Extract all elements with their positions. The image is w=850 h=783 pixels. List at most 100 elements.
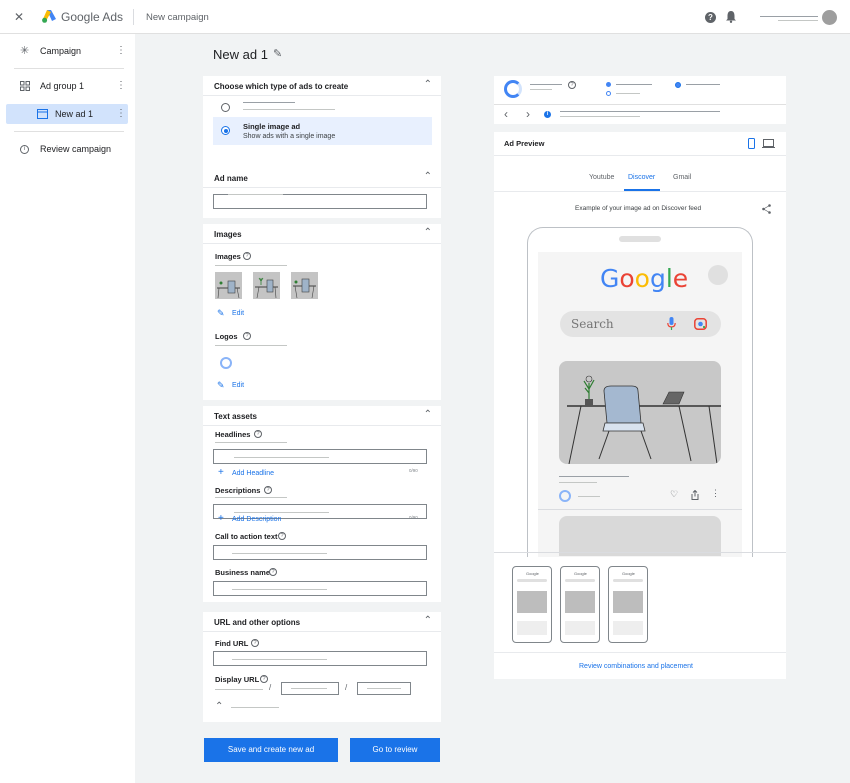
plus-icon[interactable]: + bbox=[218, 513, 224, 524]
display-path-2-input[interactable] bbox=[357, 682, 411, 695]
help-icon[interactable]: ? bbox=[254, 430, 262, 438]
help-icon[interactable]: ? bbox=[568, 81, 576, 89]
edit-title-icon[interactable]: ✎ bbox=[273, 47, 282, 60]
display-path-1-input[interactable] bbox=[281, 682, 339, 695]
search-bar[interactable]: Search bbox=[560, 311, 721, 337]
ad-type-radio-single-image[interactable] bbox=[221, 126, 230, 135]
help-icon[interactable]: ? bbox=[260, 675, 268, 683]
card-header[interactable]: Choose which type of ads to create ⌃ bbox=[203, 76, 441, 96]
card-header[interactable]: Ad name ⌃ bbox=[203, 168, 441, 188]
share-icon[interactable] bbox=[691, 490, 699, 500]
notifications-bell-icon[interactable] bbox=[726, 11, 736, 23]
review-combinations-link[interactable]: Review combinations and placement bbox=[579, 663, 693, 670]
descriptions-label: Descriptions bbox=[215, 486, 261, 495]
sidebar-item-label: Ad group 1 bbox=[40, 81, 85, 91]
cta-input[interactable] bbox=[213, 545, 427, 560]
headline-counter: 0/90 bbox=[409, 468, 418, 473]
headline-input[interactable] bbox=[213, 449, 427, 464]
field-hint-placeholder bbox=[215, 497, 287, 498]
go-to-review-button[interactable]: Go to review bbox=[350, 738, 440, 762]
image-thumbnail-2[interactable] bbox=[253, 272, 280, 299]
preview-info-placeholder bbox=[560, 111, 720, 112]
avatar[interactable] bbox=[822, 10, 837, 25]
chevron-up-icon[interactable]: ⌃ bbox=[215, 701, 223, 712]
more-icon[interactable]: ⋮ bbox=[711, 488, 720, 499]
divider bbox=[494, 652, 786, 653]
info-icon: i bbox=[20, 145, 29, 154]
card-header[interactable]: Text assets ⌃ bbox=[203, 406, 441, 426]
more-icon[interactable]: ⋮ bbox=[116, 45, 126, 56]
google-lens-icon[interactable] bbox=[694, 318, 707, 330]
help-icon[interactable]: ? bbox=[243, 252, 251, 260]
card-title: Choose which type of ads to create bbox=[214, 82, 349, 91]
sidebar-item-ad-group[interactable]: Ad group 1 ⋮ bbox=[0, 72, 135, 102]
mini-ad-image bbox=[517, 591, 547, 613]
final-url-input[interactable] bbox=[213, 651, 427, 666]
sidebar: ✳ Campaign ⋮ Ad group 1 ⋮ New ad 1 ⋮ i R… bbox=[0, 34, 135, 783]
mini-ad-image bbox=[613, 591, 643, 613]
ad-type-radio-1[interactable] bbox=[221, 103, 230, 112]
plus-icon[interactable]: + bbox=[218, 467, 224, 478]
divider bbox=[133, 9, 134, 25]
business-name-input[interactable] bbox=[213, 581, 427, 596]
chevron-up-icon[interactable]: ⌃ bbox=[424, 409, 432, 420]
tab-discover[interactable]: Discover bbox=[628, 174, 655, 181]
next-card-placeholder bbox=[559, 516, 721, 556]
image-thumbnail-1[interactable] bbox=[215, 272, 242, 299]
status-dot-icon bbox=[606, 91, 611, 96]
chevron-right-icon[interactable]: › bbox=[526, 107, 530, 121]
preview-variant-thumbnail-3[interactable]: Google bbox=[608, 566, 648, 643]
add-description-link[interactable]: Add Description bbox=[232, 516, 281, 523]
more-icon[interactable]: ⋮ bbox=[116, 108, 126, 119]
account-name-placeholder bbox=[760, 16, 818, 17]
google-ads-logo-icon bbox=[42, 10, 56, 23]
sidebar-item-new-ad[interactable]: New ad 1 ⋮ bbox=[6, 104, 128, 124]
ad-preview-title: Ad Preview bbox=[504, 139, 545, 148]
share-icon[interactable] bbox=[762, 204, 771, 214]
more-icon[interactable]: ⋮ bbox=[116, 80, 126, 91]
help-icon[interactable]: ? bbox=[278, 532, 286, 540]
save-and-create-button[interactable]: Save and create new ad bbox=[204, 738, 338, 762]
chevron-left-icon[interactable]: ‹ bbox=[504, 107, 508, 121]
images-label: Images bbox=[215, 252, 241, 261]
edit-images-link[interactable]: Edit bbox=[232, 310, 244, 317]
preview-variant-thumbnail-2[interactable]: Google bbox=[560, 566, 600, 643]
card-header[interactable]: URL and other options ⌃ bbox=[203, 612, 441, 632]
chevron-up-icon[interactable]: ⌃ bbox=[424, 615, 432, 626]
edit-logos-link[interactable]: Edit bbox=[232, 382, 244, 389]
logo-thumbnail[interactable] bbox=[220, 357, 232, 369]
sidebar-item-label: Campaign bbox=[40, 46, 82, 56]
selected-option-bg[interactable]: Single image ad Show ads with a single i… bbox=[213, 117, 432, 145]
add-headline-link[interactable]: Add Headline bbox=[232, 470, 274, 477]
sidebar-item-campaign[interactable]: ✳ Campaign ⋮ bbox=[0, 34, 135, 68]
tab-youtube[interactable]: Youtube bbox=[589, 174, 614, 181]
preview-nav-strip: ‹ › i bbox=[494, 104, 786, 124]
heart-icon[interactable]: ♡ bbox=[670, 489, 678, 500]
ad-image-preview bbox=[559, 361, 721, 464]
microphone-icon[interactable] bbox=[667, 317, 676, 331]
card-header[interactable]: Images ⌃ bbox=[203, 224, 441, 244]
help-icon[interactable]: ? bbox=[264, 486, 272, 494]
pencil-icon[interactable]: ✎ bbox=[217, 308, 225, 319]
help-icon[interactable]: ? bbox=[705, 12, 716, 23]
divider bbox=[14, 68, 124, 69]
image-thumbnail-3[interactable] bbox=[291, 272, 318, 299]
images-card: Images ⌃ Images ? ✎ Edit Logos ? ✎ Edit bbox=[203, 224, 441, 400]
advertiser-logo bbox=[559, 490, 571, 502]
pencil-icon[interactable]: ✎ bbox=[217, 380, 225, 391]
chevron-up-icon[interactable]: ⌃ bbox=[424, 227, 432, 238]
tab-gmail[interactable]: Gmail bbox=[673, 174, 691, 181]
mini-google-logo: Google bbox=[526, 571, 539, 576]
preview-variant-thumbnail-1[interactable]: Google bbox=[512, 566, 552, 643]
help-icon[interactable]: ? bbox=[243, 332, 251, 340]
mobile-device-icon[interactable] bbox=[748, 138, 755, 149]
help-icon[interactable]: ? bbox=[251, 639, 259, 647]
desktop-device-icon[interactable] bbox=[762, 139, 775, 148]
ad-name-input[interactable] bbox=[213, 194, 427, 209]
chevron-up-icon[interactable]: ⌃ bbox=[424, 79, 432, 90]
help-icon[interactable]: ? bbox=[269, 568, 277, 576]
close-icon[interactable]: ✕ bbox=[14, 10, 24, 24]
chevron-up-icon[interactable]: ⌃ bbox=[424, 171, 432, 182]
sidebar-item-review-campaign[interactable]: i Review campaign bbox=[0, 138, 135, 162]
account-email-placeholder bbox=[778, 20, 818, 21]
